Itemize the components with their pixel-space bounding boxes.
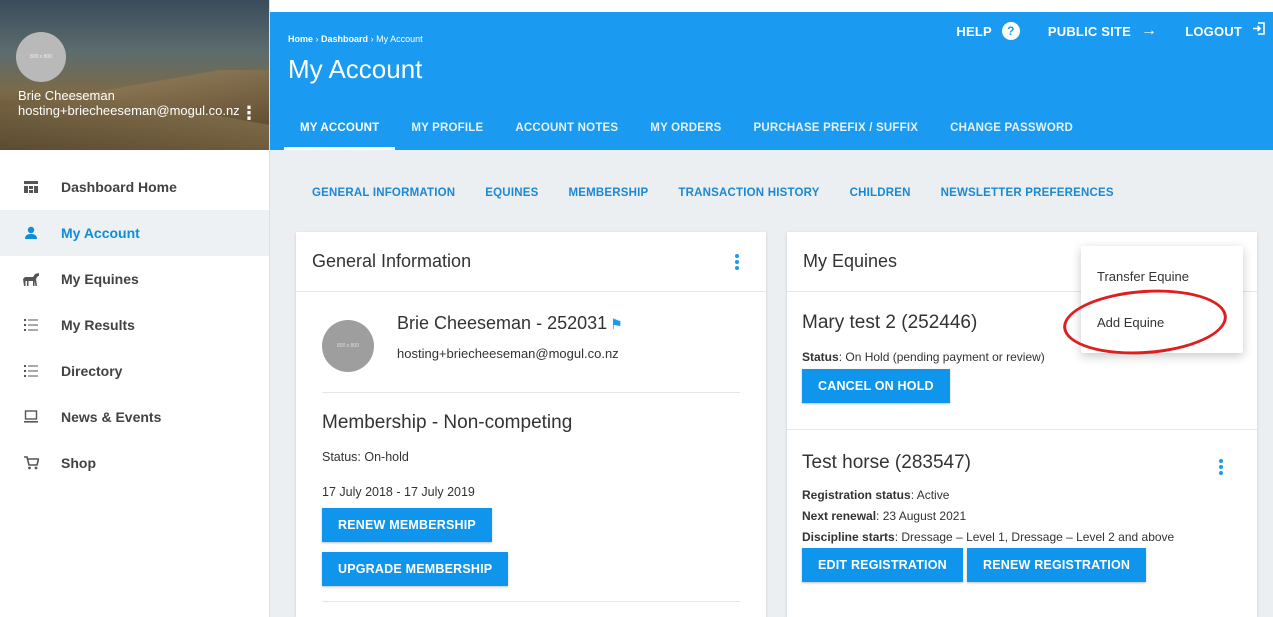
- sidebar-item-label: My Results: [61, 317, 135, 333]
- next-renewal-value: : 23 August 2021: [876, 509, 967, 523]
- logout-label: LOGOUT: [1185, 23, 1242, 39]
- next-renewal-label: Next renewal: [802, 509, 877, 523]
- sidebar-item-label: My Account: [61, 225, 140, 241]
- card-title: General Information: [296, 232, 766, 292]
- breadcrumb-dashboard[interactable]: Dashboard: [321, 34, 368, 44]
- dashboard-icon: [20, 181, 42, 193]
- profile-name: Brie Cheeseman: [18, 88, 115, 103]
- renew-membership-button[interactable]: RENEW MEMBERSHIP: [322, 508, 492, 542]
- discipline-starts-value: : Dressage – Level 1, Dressage – Level 2…: [894, 530, 1175, 544]
- sidebar-item-news-events[interactable]: News & Events: [0, 394, 269, 440]
- user-name-text: Brie Cheeseman - 252031: [397, 313, 608, 333]
- breadcrumb-home[interactable]: Home: [288, 34, 313, 44]
- divider: [787, 429, 1257, 430]
- sidebar-item-shop[interactable]: Shop: [0, 440, 269, 486]
- sidebar-item-my-results[interactable]: My Results: [0, 302, 269, 348]
- account-tabs: MY ACCOUNT MY PROFILE ACCOUNT NOTES MY O…: [284, 122, 1089, 150]
- section-link-transaction-history[interactable]: TRANSACTION HISTORY: [678, 187, 819, 199]
- laptop-icon: [20, 410, 42, 424]
- cancel-on-hold-button[interactable]: CANCEL ON HOLD: [802, 369, 950, 403]
- sidebar-item-label: Shop: [61, 455, 96, 471]
- breadcrumb-separator: ›: [315, 34, 319, 44]
- public-site-button[interactable]: PUBLIC SITE →: [1048, 22, 1157, 40]
- edit-registration-button[interactable]: EDIT REGISTRATION: [802, 548, 963, 582]
- upgrade-membership-button[interactable]: UPGRADE MEMBERSHIP: [322, 552, 509, 586]
- sidebar-item-directory[interactable]: Directory: [0, 348, 269, 394]
- logout-icon: [1252, 22, 1265, 40]
- sidebar-item-label: Dashboard Home: [61, 179, 177, 195]
- arrow-right-icon: →: [1140, 22, 1158, 39]
- list-icon: [20, 319, 42, 331]
- general-information-card: General Information 800 x 800 Brie Chees…: [296, 232, 766, 617]
- equines-menu: Transfer Equine Add Equine: [1081, 246, 1243, 353]
- divider: [322, 601, 740, 602]
- equine-name: Test horse (283547): [802, 452, 971, 473]
- section-link-newsletter-preferences[interactable]: NEWSLETTER PREFERENCES: [941, 187, 1114, 199]
- section-link-general-information[interactable]: GENERAL INFORMATION: [312, 187, 455, 199]
- breadcrumb-current: My Account: [376, 34, 423, 44]
- next-renewal: Next renewal: 23 August 2021: [802, 509, 966, 523]
- person-icon: [20, 226, 42, 240]
- discipline-starts: Discipline starts: Dressage – Level 1, D…: [802, 530, 1174, 544]
- tab-account-notes[interactable]: ACCOUNT NOTES: [499, 122, 634, 150]
- registration-status-value: : Active: [910, 488, 950, 502]
- registration-status-label: Registration status: [802, 488, 911, 502]
- sidebar: 800 x 800 Brie Cheeseman hosting+brieche…: [0, 0, 270, 617]
- section-link-membership[interactable]: MEMBERSHIP: [568, 187, 648, 199]
- sidebar-item-my-equines[interactable]: My Equines: [0, 256, 269, 302]
- profile-email: hosting+briecheeseman@mogul.co.nz: [18, 103, 240, 118]
- sidebar-item-label: Directory: [61, 363, 123, 379]
- membership-dates: 17 July 2018 - 17 July 2019: [322, 485, 475, 499]
- more-vert-icon[interactable]: [1219, 457, 1223, 477]
- top-actions: HELP ? PUBLIC SITE → LOGOUT: [956, 22, 1273, 40]
- section-link-equines[interactable]: EQUINES: [485, 187, 538, 199]
- breadcrumb-separator: ›: [370, 34, 374, 44]
- help-icon: ?: [1001, 22, 1020, 40]
- divider: [322, 392, 740, 393]
- flag-icon: ⚑: [610, 316, 623, 332]
- sidebar-item-label: My Equines: [61, 271, 139, 287]
- sidebar-item-my-account[interactable]: My Account: [0, 210, 269, 256]
- horse-icon: [20, 272, 42, 286]
- tab-my-account[interactable]: MY ACCOUNT: [284, 122, 396, 150]
- help-label: HELP: [956, 23, 992, 39]
- membership-status: Status: On-hold: [322, 450, 409, 464]
- avatar: 800 x 800: [322, 320, 374, 372]
- membership-title: Membership - Non-competing: [322, 412, 573, 433]
- tab-my-profile[interactable]: MY PROFILE: [395, 122, 499, 150]
- sidebar-item-label: News & Events: [61, 409, 162, 425]
- avatar[interactable]: 800 x 800: [16, 32, 66, 82]
- tab-my-orders[interactable]: MY ORDERS: [634, 122, 737, 150]
- more-vert-icon[interactable]: [735, 252, 739, 272]
- help-button[interactable]: HELP ?: [956, 22, 1020, 40]
- list-icon: [20, 365, 42, 377]
- profile-banner: 800 x 800 Brie Cheeseman hosting+brieche…: [0, 0, 269, 150]
- logout-button[interactable]: LOGOUT: [1185, 22, 1265, 40]
- equine-name: Mary test 2 (252446): [802, 312, 978, 333]
- cart-icon: [20, 456, 42, 470]
- user-email: hosting+briecheeseman@mogul.co.nz: [397, 346, 619, 361]
- renew-registration-button[interactable]: RENEW REGISTRATION: [967, 548, 1147, 582]
- section-link-children[interactable]: CHILDREN: [850, 187, 911, 199]
- tab-purchase-prefix-suffix[interactable]: PURCHASE PREFIX / SUFFIX: [738, 122, 935, 150]
- tab-change-password[interactable]: CHANGE PASSWORD: [934, 122, 1089, 150]
- equine-status: Status: On Hold (pending payment or revi…: [802, 350, 1045, 364]
- discipline-starts-label: Discipline starts: [802, 530, 895, 544]
- profile-menu-icon[interactable]: ⋮: [240, 104, 258, 122]
- menu-item-add-equine[interactable]: Add Equine: [1097, 315, 1164, 330]
- user-name: Brie Cheeseman - 252031 ⚑: [397, 313, 623, 334]
- status-label: Status: [802, 350, 839, 364]
- sidebar-item-dashboard-home[interactable]: Dashboard Home: [0, 164, 269, 210]
- menu-item-transfer-equine[interactable]: Transfer Equine: [1097, 269, 1189, 284]
- sidebar-nav: Dashboard Home My Account My Equines My …: [0, 164, 269, 486]
- registration-status: Registration status: Active: [802, 488, 949, 502]
- breadcrumb: Home › Dashboard › My Account: [288, 34, 423, 44]
- status-value: : On Hold (pending payment or review): [838, 350, 1045, 364]
- section-nav: GENERAL INFORMATION EQUINES MEMBERSHIP T…: [270, 150, 1273, 230]
- page-header: Home › Dashboard › My Account My Account…: [270, 12, 1273, 150]
- page-title: My Account: [288, 54, 423, 84]
- public-site-label: PUBLIC SITE: [1047, 23, 1131, 39]
